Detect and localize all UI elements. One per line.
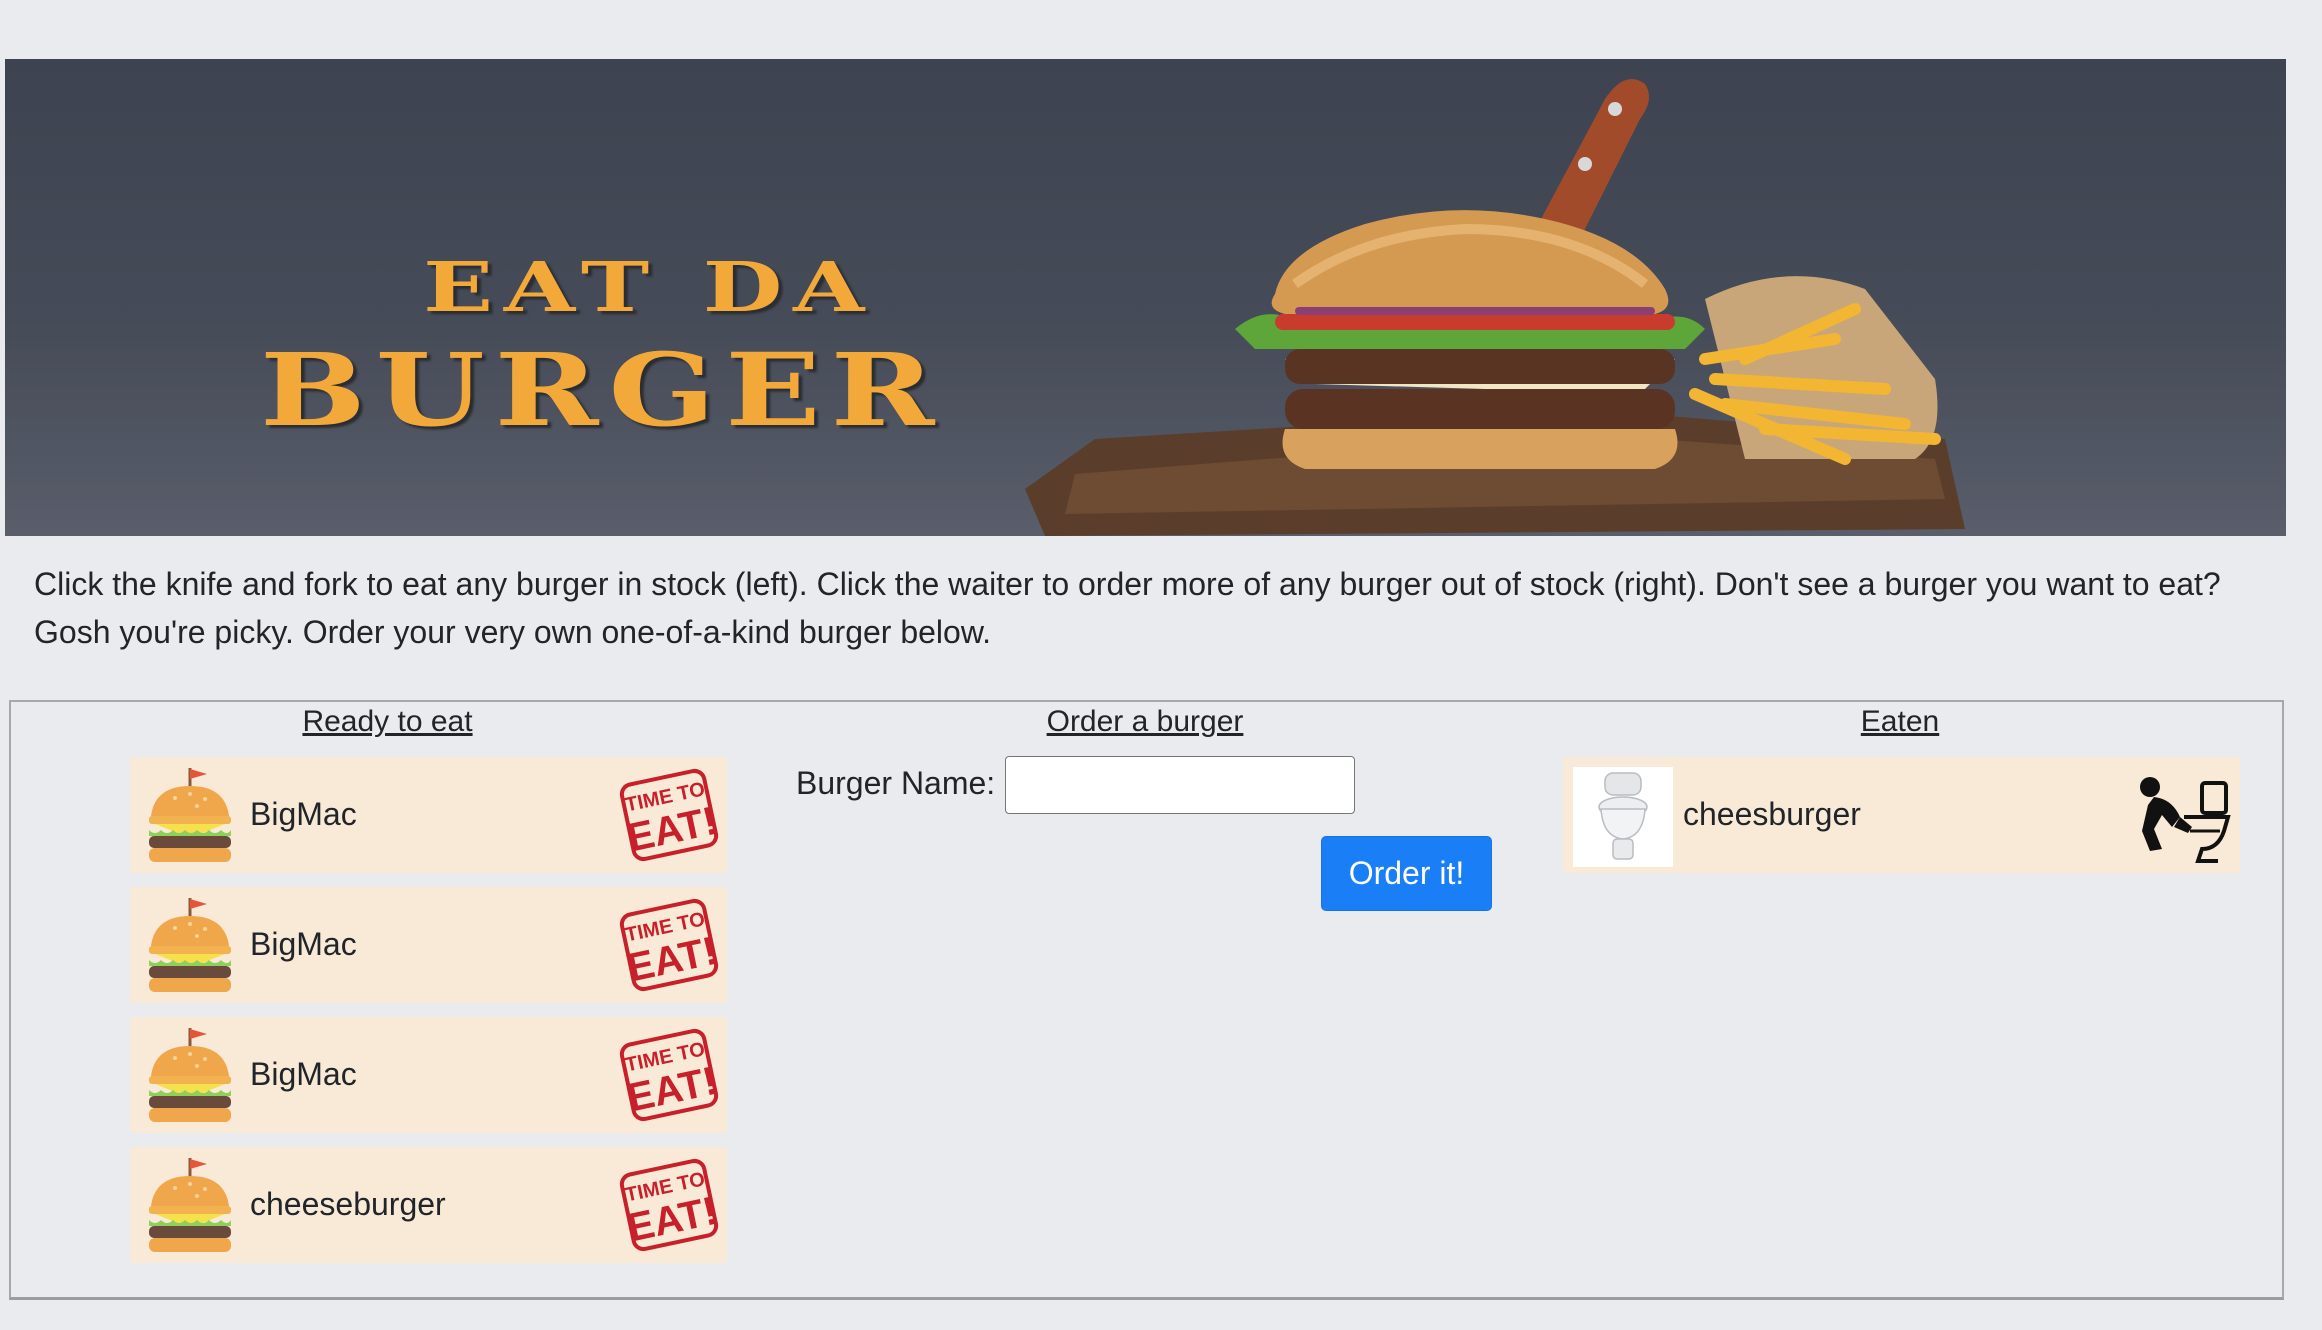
- instructions-text: Click the knife and fork to eat any burg…: [34, 566, 2221, 650]
- burger-icon: [145, 1026, 235, 1126]
- eaten-burger-card: cheesburger: [1563, 757, 2240, 873]
- burger-fries-illustration: [1025, 79, 1965, 536]
- burger-name-label: Burger Name:: [796, 765, 996, 801]
- time-to-eat-stamp-icon[interactable]: TIME TO EAT!: [619, 1025, 721, 1125]
- ready-burger-card: cheeseburger TIME TO EAT!: [130, 1147, 727, 1263]
- burger-name: BigMac: [250, 1056, 357, 1092]
- time-to-eat-stamp-icon[interactable]: TIME TO EAT!: [619, 895, 721, 995]
- person-on-toilet-icon[interactable]: [2132, 769, 2232, 865]
- burger-name: cheesburger: [1683, 796, 1861, 832]
- banner-title-line1: EAT DA: [423, 248, 876, 328]
- time-to-eat-stamp-icon[interactable]: TIME TO EAT!: [619, 1155, 721, 1255]
- toilet-icon: [1573, 767, 1673, 867]
- eaten-heading: Eaten: [1860, 705, 1940, 738]
- burger-name: BigMac: [250, 796, 357, 832]
- ready-burger-card: BigMac TIME TO EAT!: [130, 887, 727, 1003]
- burger-name-input[interactable]: [1005, 756, 1355, 814]
- order-burger-heading: Order a burger: [1046, 705, 1244, 738]
- banner-title: EAT DA BURGER: [260, 254, 934, 440]
- time-to-eat-stamp-icon[interactable]: TIME TO EAT!: [619, 765, 721, 865]
- burger-icon: [145, 1156, 235, 1256]
- banner-title-line2: BURGER: [260, 331, 945, 449]
- ready-to-eat-heading: Ready to eat: [302, 705, 473, 738]
- burger-icon: [145, 896, 235, 996]
- ready-burger-card: BigMac TIME TO EAT!: [130, 757, 727, 873]
- hero-banner: EAT DA BURGER: [5, 59, 2286, 536]
- ready-burger-card: BigMac TIME TO EAT!: [130, 1017, 727, 1133]
- burger-name: cheeseburger: [250, 1186, 446, 1222]
- order-it-button[interactable]: Order it!: [1321, 836, 1492, 911]
- burger-name: BigMac: [250, 926, 357, 962]
- burger-icon: [145, 766, 235, 866]
